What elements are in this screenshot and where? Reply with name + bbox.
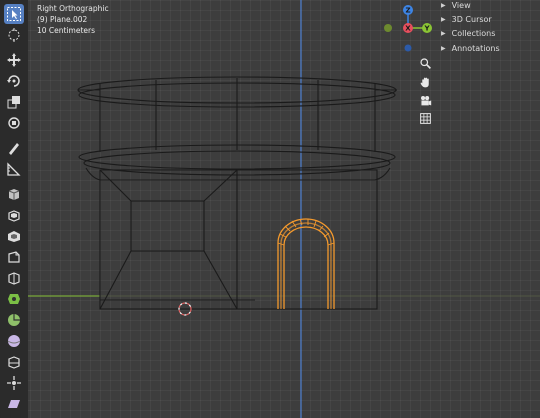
building-wireframe [77,76,397,310]
expand-arrow-icon: ▶ [441,2,446,9]
poly-build-tool[interactable] [4,289,24,309]
transform-tool[interactable] [4,113,24,133]
cursor-arrow-icon [7,7,21,21]
camera-icon [420,95,431,105]
grid-scale: 10 Centimeters [37,26,96,35]
zoom-button[interactable] [417,55,433,71]
move-tool[interactable] [4,50,24,70]
tool-shelf [0,0,28,418]
object-name: (9) Plane.002 [37,15,88,24]
shear-tool[interactable] [4,394,24,414]
move-arrows-icon [7,53,21,67]
panel-collections[interactable]: ▶ Collections [441,29,495,38]
neg-z-axis-dot [404,44,412,52]
select-box-tool[interactable] [4,4,24,24]
scene-wireframe [28,0,540,418]
loop-cut-icon [8,272,20,285]
expand-arrow-icon: ▶ [441,30,446,37]
spin-icon [8,314,20,326]
panel-view-label: View [451,1,471,10]
ortho-toggle-button[interactable] [417,110,433,126]
extrude-icon [8,210,20,222]
camera-view-button[interactable] [417,92,433,108]
smooth-tool[interactable] [4,331,24,351]
edge-slide-tool[interactable] [4,352,24,372]
inset-faces-tool[interactable] [4,226,24,246]
pan-button[interactable] [417,74,433,90]
loop-cut-tool[interactable] [4,268,24,288]
hand-pan-icon [420,77,429,87]
selected-arch [277,218,335,309]
expand-arrow-icon: ▶ [441,16,446,23]
expand-arrow-icon: ▶ [441,45,446,52]
transform-icon [8,117,20,129]
scale-tool[interactable] [4,92,24,112]
zoom-icon [419,57,431,69]
view-name: Right Orthographic [37,4,109,13]
add-cube-tool[interactable] [4,184,24,204]
3d-viewport[interactable]: Right Orthographic (9) Plane.002 10 Cent… [0,0,540,418]
panel-collections-label: Collections [451,29,496,38]
bevel-icon [8,251,20,263]
z-axis-label: Z [405,7,410,15]
neg-y-axis-dot [384,24,392,32]
panel-view[interactable]: ▶ View [441,1,471,10]
shrink-fatten-tool[interactable] [4,373,24,393]
panel-3d-cursor[interactable]: ▶ 3D Cursor [441,15,492,24]
shear-icon [8,400,20,408]
bevel-tool[interactable] [4,247,24,267]
smooth-sphere-icon [7,335,21,347]
poly-build-icon [8,294,20,304]
spin-tool[interactable] [4,310,24,330]
cursor-tool[interactable] [4,25,24,45]
panel-3d-cursor-label: 3D Cursor [451,15,492,24]
inset-icon [8,231,20,242]
add-cube-icon [8,189,20,200]
3d-cursor-icon [8,28,20,42]
measure-tool[interactable] [4,159,24,179]
ruler-icon [7,162,21,176]
rotate-tool[interactable] [4,71,24,91]
shrink-fatten-icon [7,376,21,390]
scale-icon [7,96,20,109]
grid-toggle-icon [419,112,431,124]
y-axis-label: Y [423,25,430,33]
navigation-gizmo[interactable]: Z X Y [380,0,440,60]
extrude-region-tool[interactable] [4,205,24,225]
annotate-tool[interactable] [4,138,24,158]
panel-annotations[interactable]: ▶ Annotations [441,44,500,53]
viewport-info: Right Orthographic (9) Plane.002 10 Cent… [37,3,109,36]
x-axis-label: X [405,25,411,33]
rotate-icon [7,75,20,87]
panel-annotations-label: Annotations [451,44,500,53]
pencil-icon [9,143,19,155]
edge-slide-icon [8,356,20,369]
